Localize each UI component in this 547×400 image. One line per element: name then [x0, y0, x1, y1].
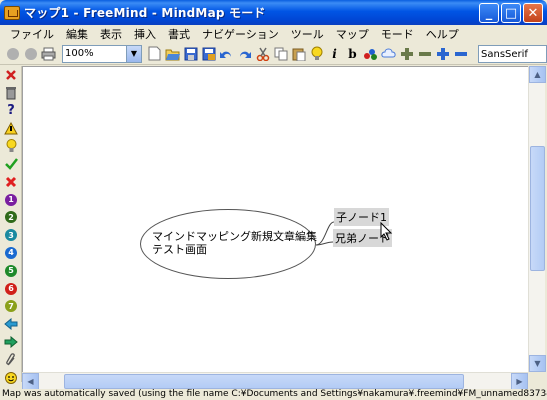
vertical-scrollbar[interactable]: ▲ ▼	[528, 66, 546, 372]
menu-tools[interactable]: ツール	[285, 26, 330, 42]
remove-last-icon-icon[interactable]	[3, 67, 19, 83]
priority-7-icon[interactable]: 7	[3, 298, 19, 314]
italic-icon[interactable]: i	[326, 45, 343, 62]
priority-3-icon[interactable]: 3	[3, 227, 19, 243]
bold-icon[interactable]: b	[344, 45, 361, 62]
vertical-scroll-thumb[interactable]	[530, 146, 545, 271]
mouse-cursor-icon	[380, 222, 393, 241]
add-node-icon[interactable]	[398, 45, 415, 62]
cloud-icon[interactable]	[380, 45, 397, 62]
icon-toolbar: ? 1 2 3 4 5 6 7	[0, 66, 22, 384]
zoom-in-icon[interactable]	[434, 45, 451, 62]
menu-map[interactable]: マップ	[330, 26, 375, 42]
status-bar: Map was automatically saved (using the f…	[0, 389, 547, 400]
trash-icon[interactable]	[3, 85, 19, 101]
paperclip-icon[interactable]	[3, 352, 19, 368]
scroll-up-icon[interactable]: ▲	[529, 66, 546, 83]
save-as-icon[interactable]	[200, 45, 217, 62]
warning-icon[interactable]	[3, 120, 19, 136]
menu-bar: ファイル 編集 表示 挿入 書式 ナビゲーション ツール マップ モード ヘルプ	[0, 25, 547, 43]
remove-node-icon[interactable]	[416, 45, 433, 62]
save-icon[interactable]	[182, 45, 199, 62]
arrow-right-icon[interactable]	[3, 334, 19, 350]
scroll-corner	[528, 372, 545, 389]
scroll-down-icon[interactable]: ▼	[529, 355, 546, 372]
root-node-text[interactable]: マインドマッピング新規文章編集テスト画面	[152, 230, 322, 256]
zoom-value: 100%	[65, 48, 94, 59]
menu-format[interactable]: 書式	[162, 26, 196, 42]
new-icon[interactable]	[146, 45, 163, 62]
menu-edit[interactable]: 編集	[60, 26, 94, 42]
cut-icon[interactable]	[254, 45, 271, 62]
menu-navigation[interactable]: ナビゲーション	[196, 26, 285, 42]
horizontal-scroll-thumb[interactable]	[64, 374, 464, 389]
scroll-left-icon[interactable]: ◀	[22, 373, 39, 390]
open-icon[interactable]	[164, 45, 181, 62]
menu-help[interactable]: ヘルプ	[420, 26, 465, 42]
menu-insert[interactable]: 挿入	[128, 26, 162, 42]
menu-mode[interactable]: モード	[375, 26, 420, 42]
redo-icon[interactable]	[236, 45, 253, 62]
close-button[interactable]: ✕	[523, 3, 543, 23]
freemind-app-icon[interactable]	[4, 5, 20, 20]
chevron-down-icon[interactable]: ▼	[126, 45, 141, 62]
cross-icon[interactable]	[3, 174, 19, 190]
zoom-out-icon[interactable]	[452, 45, 469, 62]
priority-5-icon[interactable]: 5	[3, 263, 19, 279]
horizontal-scrollbar[interactable]: ◀ ▶	[22, 372, 528, 390]
back-icon[interactable]	[4, 45, 21, 62]
scroll-right-icon[interactable]: ▶	[511, 373, 528, 390]
print-icon[interactable]	[40, 45, 57, 62]
arrow-left-icon[interactable]	[3, 316, 19, 332]
window-title: マップ1 - FreeMind - MindMap モード	[24, 6, 266, 20]
priority-6-icon[interactable]: 6	[3, 281, 19, 297]
paste-icon[interactable]	[290, 45, 307, 62]
minimize-button[interactable]: _	[479, 3, 499, 23]
cloud-color-icon[interactable]	[362, 45, 379, 62]
copy-icon[interactable]	[272, 45, 289, 62]
checkmark-icon[interactable]	[3, 156, 19, 172]
smiley-icon[interactable]	[3, 370, 19, 386]
undo-icon[interactable]	[218, 45, 235, 62]
priority-1-icon[interactable]: 1	[3, 192, 19, 208]
idea-icon[interactable]	[3, 138, 19, 154]
mindmap-canvas[interactable]: マインドマッピング新規文章編集テスト画面 子ノード1 兄弟ノード	[22, 66, 528, 372]
question-icon[interactable]: ?	[3, 103, 19, 119]
main-toolbar: 100% ▼ i b SansSerif	[0, 43, 547, 65]
idea-bulb-icon[interactable]	[308, 45, 325, 62]
menu-file[interactable]: ファイル	[4, 26, 60, 42]
zoom-select[interactable]: 100% ▼	[62, 44, 142, 63]
window-controls: _ □ ✕	[479, 3, 543, 23]
priority-4-icon[interactable]: 4	[3, 245, 19, 261]
title-bar[interactable]: マップ1 - FreeMind - MindMap モード _ □ ✕	[0, 0, 547, 25]
maximize-button[interactable]: □	[501, 3, 521, 23]
forward-icon[interactable]	[22, 45, 39, 62]
priority-2-icon[interactable]: 2	[3, 209, 19, 225]
menu-view[interactable]: 表示	[94, 26, 128, 42]
font-family-select[interactable]: SansSerif	[478, 45, 547, 63]
